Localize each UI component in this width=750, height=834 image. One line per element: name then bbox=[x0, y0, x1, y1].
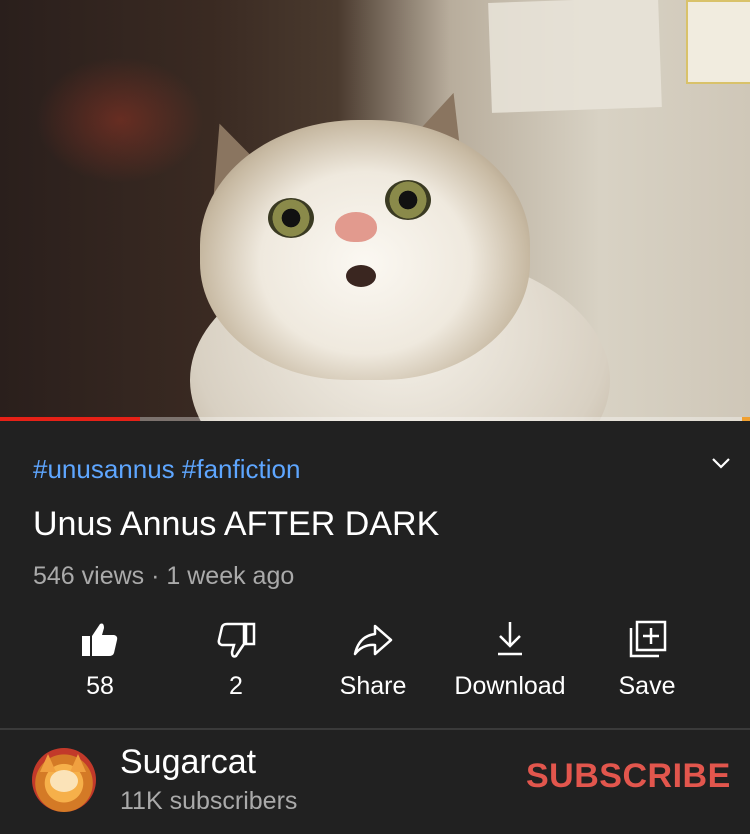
avatar-ear-left bbox=[40, 754, 56, 772]
cat-nose bbox=[335, 212, 377, 242]
thumbs-up-icon bbox=[82, 623, 118, 656]
video-title: Unus Annus AFTER DARK bbox=[33, 505, 440, 543]
share-label: Share bbox=[339, 672, 407, 700]
cat-mouth bbox=[346, 265, 376, 287]
cat-head bbox=[200, 120, 530, 380]
wall-note bbox=[686, 0, 750, 84]
progress-fill bbox=[0, 417, 141, 421]
hashtags[interactable]: #unusannus #fanfiction bbox=[33, 454, 300, 485]
action-bar: 58 2 Share Download Save bbox=[0, 618, 750, 708]
subscriber-count: 11K subscribers bbox=[120, 787, 298, 815]
subscribe-button[interactable]: SUBSCRIBE bbox=[526, 757, 731, 796]
wall-poster bbox=[488, 0, 662, 113]
like-button[interactable]: 58 bbox=[30, 618, 170, 701]
divider bbox=[0, 728, 750, 730]
like-count: 58 bbox=[86, 672, 114, 700]
chevron-down-icon[interactable] bbox=[710, 452, 732, 474]
thumbs-down-icon bbox=[217, 622, 256, 658]
save-icon bbox=[629, 620, 667, 658]
save-label: Save bbox=[618, 672, 676, 700]
download-icon bbox=[498, 622, 522, 656]
dislike-count: 2 bbox=[229, 672, 243, 700]
dislike-button[interactable]: 2 bbox=[166, 618, 306, 701]
channel-avatar[interactable] bbox=[32, 748, 96, 812]
channel-name[interactable]: Sugarcat bbox=[120, 743, 256, 782]
avatar-face bbox=[50, 770, 78, 792]
cat-eye-right bbox=[385, 180, 431, 220]
save-button[interactable]: Save bbox=[577, 618, 717, 701]
progress-end-marker bbox=[742, 417, 750, 421]
video-progress-bar[interactable] bbox=[0, 417, 750, 421]
video-meta: 546 views · 1 week ago bbox=[33, 562, 295, 590]
cat-eye-left bbox=[268, 198, 314, 238]
share-icon bbox=[353, 624, 393, 656]
download-button[interactable]: Download bbox=[440, 618, 580, 701]
download-label: Download bbox=[454, 672, 566, 700]
share-button[interactable]: Share bbox=[303, 618, 443, 701]
avatar-ear-right bbox=[70, 754, 86, 772]
video-player[interactable] bbox=[0, 0, 750, 421]
